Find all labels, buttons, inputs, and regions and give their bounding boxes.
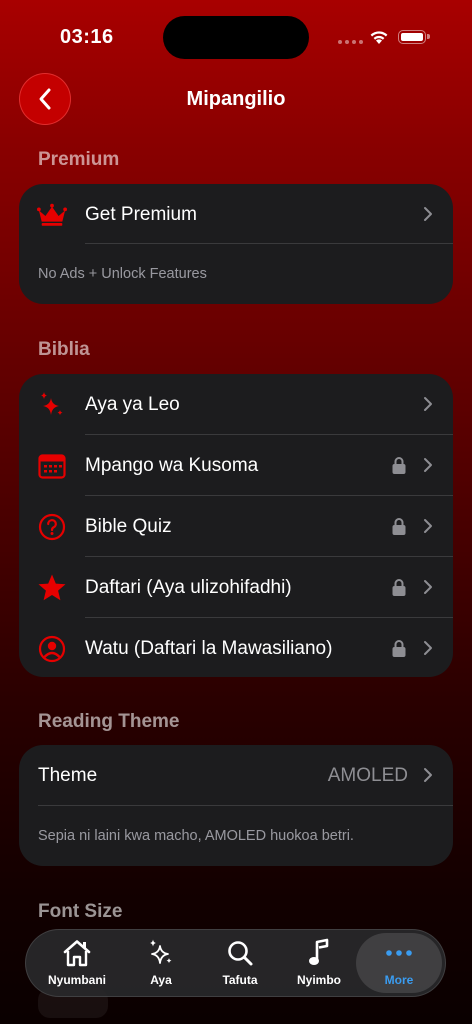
page-title: Mipangilio xyxy=(186,88,286,110)
tab-label: Tafuta xyxy=(222,973,258,987)
list-item-label: Watu (Daftari la Mawasiliano) xyxy=(85,637,333,659)
list-item-label: Bible Quiz xyxy=(85,515,172,537)
reading-theme-card: Theme AMOLED Sepia ni laini kwa macho, A… xyxy=(19,745,453,866)
chevron-right-icon xyxy=(424,397,432,411)
chevron-right-icon xyxy=(424,580,432,594)
cellular-signal-icon xyxy=(338,40,363,44)
list-item-label: Daftari (Aya ulizohifadhi) xyxy=(85,576,292,598)
section-header-reading-theme: Reading Theme xyxy=(38,711,180,732)
theme-row[interactable]: Theme AMOLED xyxy=(19,745,453,806)
tab-nyumbani[interactable]: Nyumbani xyxy=(37,930,117,996)
sparkles-icon xyxy=(121,938,201,968)
tab-more[interactable]: More xyxy=(356,933,442,993)
chevron-right-icon xyxy=(424,768,432,782)
section-header-premium: Premium xyxy=(38,149,120,170)
tab-label: Aya xyxy=(150,973,172,987)
list-item-daftari[interactable]: Daftari (Aya ulizohifadhi) xyxy=(19,557,453,618)
get-premium-row[interactable]: Get Premium xyxy=(19,184,453,245)
person-circle-icon xyxy=(37,634,67,664)
chevron-right-icon xyxy=(424,458,432,472)
theme-value: AMOLED xyxy=(327,764,408,786)
premium-card: Get Premium No Ads + Unlock Features xyxy=(19,184,453,304)
list-item-bible-quiz[interactable]: Bible Quiz xyxy=(19,496,453,557)
list-item-aya-ya-leo[interactable]: Aya ya Leo xyxy=(19,374,453,435)
list-item-watu[interactable]: Watu (Daftari la Mawasiliano) xyxy=(19,618,453,677)
divider xyxy=(38,805,453,806)
battery-icon xyxy=(398,30,430,44)
tab-label: Nyimbo xyxy=(296,973,341,987)
calendar-icon xyxy=(37,451,67,481)
tab-label: Nyumbani xyxy=(47,973,106,987)
tab-label: More xyxy=(384,973,414,987)
get-premium-label: Get Premium xyxy=(85,203,197,225)
crown-icon xyxy=(37,200,67,230)
status-bar: 03:16 xyxy=(0,0,472,60)
biblia-card: Aya ya Leo Mpango wa Kusoma Bible Quiz D… xyxy=(19,374,453,677)
house-icon xyxy=(37,938,117,968)
chevron-right-icon xyxy=(424,207,432,221)
divider xyxy=(85,243,453,244)
theme-label: Theme xyxy=(38,764,98,786)
question-circle-icon xyxy=(37,512,67,542)
lock-icon xyxy=(392,457,406,474)
lock-icon xyxy=(392,640,406,657)
search-icon xyxy=(200,938,280,968)
chevron-right-icon xyxy=(424,519,432,533)
more-dots-icon xyxy=(356,938,442,968)
section-header-biblia: Biblia xyxy=(38,339,90,360)
list-item-label: Aya ya Leo xyxy=(85,393,180,415)
chevron-right-icon xyxy=(424,641,432,655)
dynamic-island xyxy=(163,16,309,59)
section-header-font-size: Font Size xyxy=(38,901,123,922)
star-icon xyxy=(37,573,67,603)
list-item-mpango-wa-kusoma[interactable]: Mpango wa Kusoma xyxy=(19,435,453,496)
wifi-icon xyxy=(370,31,388,44)
status-time: 03:16 xyxy=(60,26,114,48)
music-note-icon xyxy=(279,938,359,968)
sparkles-icon xyxy=(37,390,67,420)
list-item-label: Mpango wa Kusoma xyxy=(85,454,259,476)
tab-tafuta[interactable]: Tafuta xyxy=(200,930,280,996)
premium-footer: No Ads + Unlock Features xyxy=(38,266,207,282)
tab-bar: Nyumbani Aya Tafuta Nyimbo More xyxy=(25,929,446,997)
tab-aya[interactable]: Aya xyxy=(121,930,201,996)
tab-nyimbo[interactable]: Nyimbo xyxy=(279,930,359,996)
reading-theme-footer: Sepia ni laini kwa macho, AMOLED huokoa … xyxy=(38,828,354,844)
lock-icon xyxy=(392,579,406,596)
lock-icon xyxy=(392,518,406,535)
